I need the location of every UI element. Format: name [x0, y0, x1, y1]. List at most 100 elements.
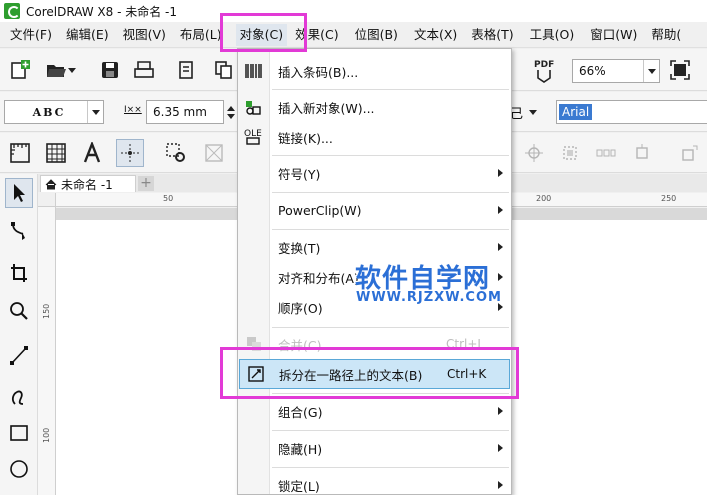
print-button[interactable] — [130, 56, 158, 84]
rectangle-icon — [10, 425, 28, 441]
menu-separator — [272, 327, 509, 328]
crop-tool-button[interactable] — [5, 258, 33, 288]
zoom-tool-button[interactable] — [5, 296, 33, 326]
shape-node-icon — [11, 222, 25, 240]
distribute-icon[interactable] — [592, 139, 620, 167]
nudge-distance-input[interactable]: 6.35 mm — [146, 100, 224, 124]
menu-item-label: 合并(C) — [278, 337, 322, 353]
transform-icon[interactable] — [676, 139, 704, 167]
open-dropdown-button[interactable] — [66, 56, 78, 84]
ellipse-icon — [10, 460, 28, 478]
cut-button[interactable] — [172, 56, 200, 84]
align-center-icon[interactable] — [520, 139, 548, 167]
menu-item-group[interactable]: 组合(G) — [238, 396, 511, 426]
text-align-dropdown[interactable] — [526, 98, 540, 126]
menu-item-break-text-apart[interactable]: 拆分在一路径上的文本(B) Ctrl+K — [239, 359, 510, 389]
chevron-down-icon — [643, 60, 659, 82]
crop-icon — [11, 264, 27, 282]
menu-item-insert-barcode[interactable]: 插入条码(B)... — [238, 56, 511, 86]
menu-view[interactable]: 视图(V) — [119, 24, 170, 46]
image-placeholder-button[interactable] — [200, 139, 228, 167]
ole-link-icon: OLE — [244, 129, 262, 145]
save-icon — [102, 62, 118, 78]
title-bar: CorelDRAW X8 - 未命名 -1 — [0, 0, 707, 22]
menu-item-combine: 合并(C) Ctrl+L — [238, 329, 511, 359]
menu-text[interactable]: 文本(X) — [410, 24, 461, 46]
menu-item-label: 符号(Y) — [278, 166, 321, 182]
menu-table[interactable]: 表格(T) — [467, 24, 517, 46]
document-clipboard-icon — [179, 61, 193, 79]
add-document-tab-button[interactable]: + — [138, 176, 154, 191]
menu-object[interactable]: 对象(C) — [235, 23, 288, 46]
ruler-origin[interactable] — [38, 193, 56, 207]
grid-button[interactable] — [42, 139, 70, 167]
menu-layout[interactable]: 布局(L) — [176, 24, 226, 46]
h-ruler-label: 200 — [536, 194, 552, 203]
full-screen-button[interactable] — [666, 56, 694, 84]
shape-tool-button[interactable] — [5, 216, 33, 246]
submenu-arrow-icon — [498, 444, 503, 452]
options-button[interactable] — [162, 139, 190, 167]
document-tab[interactable]: 未命名 -1 — [40, 175, 136, 192]
menu-item-lock[interactable]: 锁定(L) — [238, 470, 511, 495]
watermark-url: WWW.RJZXW.COM — [356, 290, 502, 305]
break-apart-icon — [248, 366, 264, 382]
curve-brush-icon — [11, 390, 24, 405]
text-path-preset-combo[interactable]: ABC — [4, 100, 104, 124]
new-document-icon — [11, 60, 30, 79]
menu-item-shortcut: Ctrl+L — [446, 337, 485, 351]
page-setup-button[interactable] — [6, 139, 34, 167]
artistic-media-tool-button[interactable] — [5, 380, 33, 410]
font-family-combo[interactable]: Arial — [556, 100, 707, 124]
menu-bitmaps[interactable]: 位图(B) — [351, 24, 402, 46]
rectangle-tool-button[interactable] — [5, 418, 33, 448]
freehand-tool-button[interactable] — [5, 340, 33, 370]
menu-item-hide[interactable]: 隐藏(H) — [238, 433, 511, 463]
menu-item-label: 插入条码(B)... — [278, 64, 359, 80]
new-document-button[interactable] — [6, 56, 34, 84]
menu-item-symbols[interactable]: 符号(Y) — [238, 158, 511, 188]
ellipse-tool-button[interactable] — [5, 454, 33, 484]
menu-item-label: 链接(K)... — [278, 130, 333, 146]
menu-window[interactable]: 窗口(W) — [586, 24, 641, 46]
menu-item-label: 顺序(O) — [278, 300, 323, 316]
menu-file[interactable]: 文件(F) — [6, 24, 56, 46]
document-tab-label: 未命名 -1 — [61, 177, 113, 192]
spin-arrows[interactable] — [226, 100, 236, 124]
text-tool-button[interactable] — [78, 139, 106, 167]
pick-tool-button[interactable] — [5, 178, 33, 208]
menu-item-label: 变换(T) — [278, 240, 321, 256]
zoom-level-value: 66% — [579, 64, 606, 78]
submenu-arrow-icon — [498, 407, 503, 415]
coreldraw-window: CorelDRAW X8 - 未命名 -1 文件(F) 编辑(E) 视图(V) … — [0, 0, 707, 495]
v-ruler-label: 150 — [42, 303, 51, 319]
vertical-ruler[interactable]: 150 100 — [38, 207, 56, 495]
export-pdf-button[interactable]: PDF — [530, 56, 558, 84]
menu-item-links[interactable]: OLE 链接(K)... — [238, 122, 511, 152]
pointer-arrow-icon — [14, 184, 25, 202]
submenu-arrow-icon — [498, 273, 503, 281]
menu-item-insert-new-object[interactable]: 插入新对象(W)... — [238, 92, 511, 122]
menu-help[interactable]: 帮助( — [647, 24, 685, 46]
menu-tools[interactable]: 工具(O) — [526, 24, 579, 46]
window-title: CorelDRAW X8 - 未命名 -1 — [26, 4, 178, 19]
contour-icon[interactable] — [628, 139, 656, 167]
submenu-arrow-icon — [498, 243, 503, 251]
save-button[interactable] — [96, 56, 124, 84]
left-toolbox — [0, 174, 38, 495]
menu-effects[interactable]: 效果(C) — [291, 24, 342, 46]
align-page-icon[interactable] — [556, 139, 584, 167]
svg-text:PDF: PDF — [534, 60, 554, 70]
menu-item-label: 锁定(L) — [278, 478, 320, 494]
full-screen-icon — [670, 60, 690, 80]
submenu-arrow-icon — [498, 169, 503, 177]
menu-item-powerclip[interactable]: PowerClip(W) — [238, 195, 511, 225]
h-ruler-label: 50 — [163, 194, 174, 203]
guidelines-button[interactable] — [116, 139, 144, 167]
menu-item-label: 隐藏(H) — [278, 441, 323, 457]
line-tool-icon — [10, 346, 28, 365]
copy-button[interactable] — [210, 56, 238, 84]
menu-edit[interactable]: 编辑(E) — [62, 24, 113, 46]
open-folder-icon — [47, 65, 66, 77]
zoom-level-combo[interactable]: 66% — [572, 59, 660, 83]
